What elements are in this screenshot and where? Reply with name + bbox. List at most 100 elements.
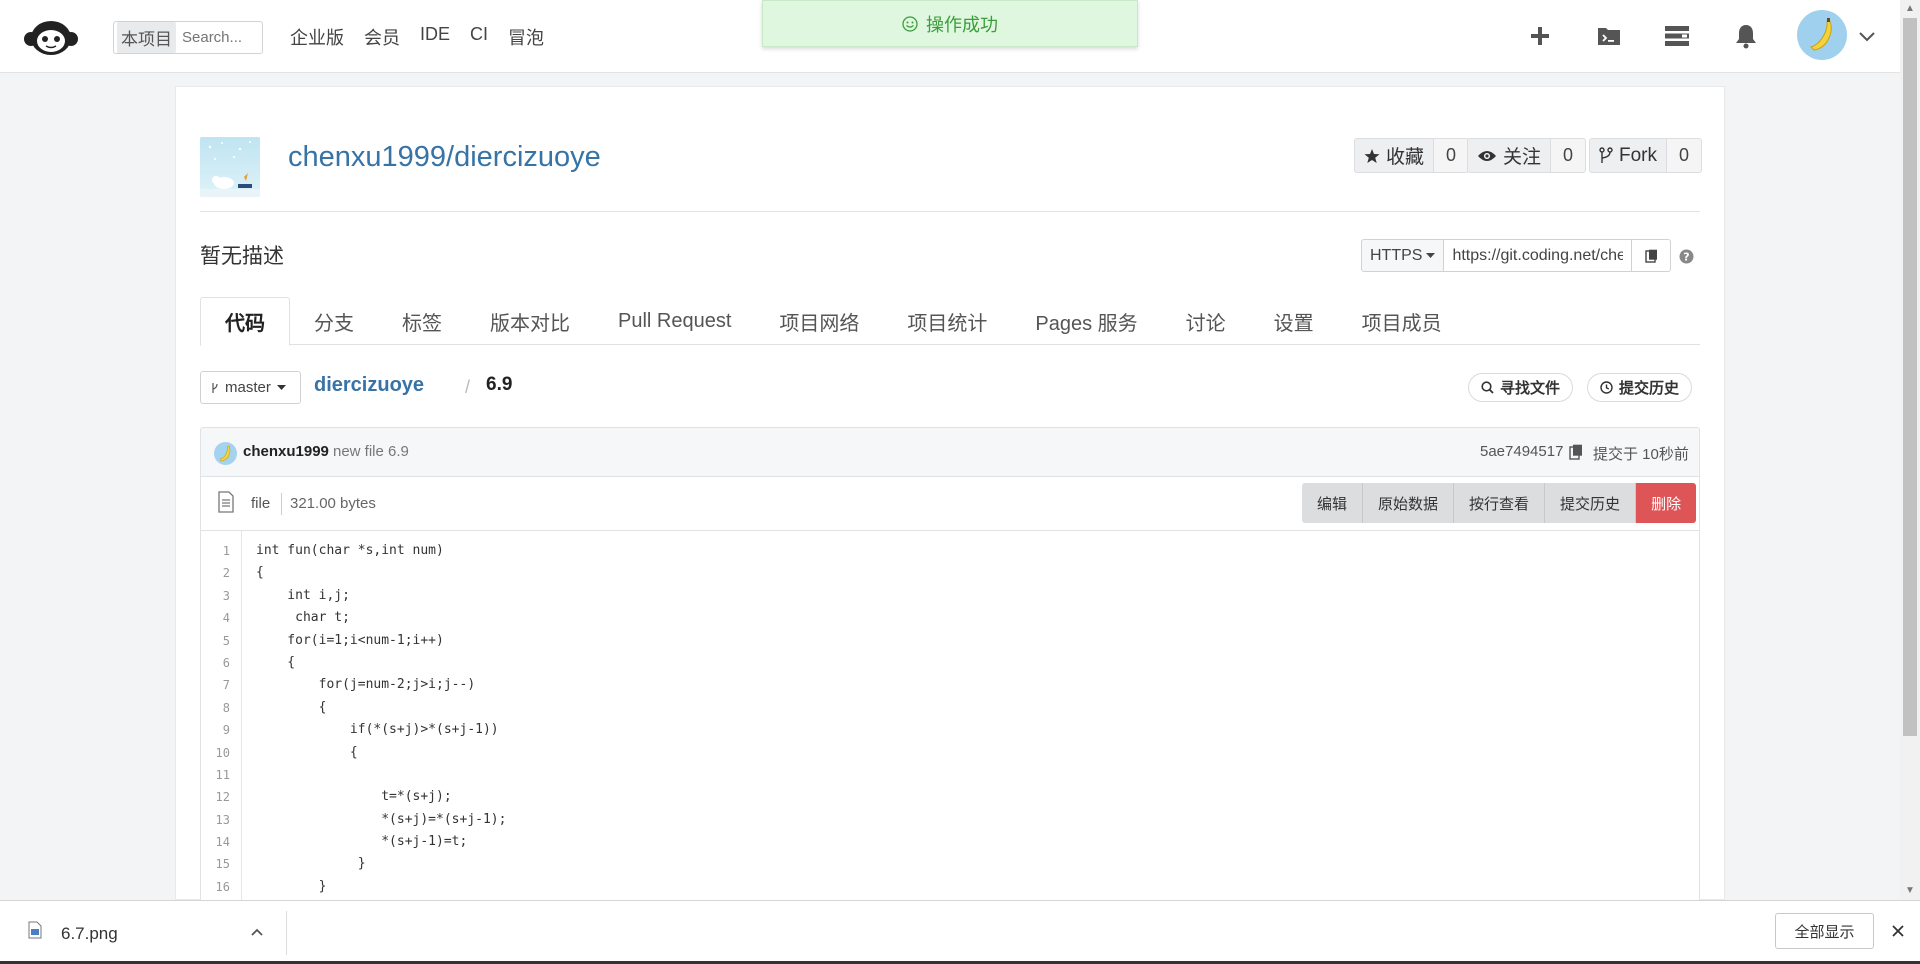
nav-link-bubble[interactable]: 冒泡 [508,24,544,50]
line-number[interactable]: 3 [201,585,241,607]
nav-link-membership[interactable]: 会员 [364,24,400,50]
star-count[interactable]: 0 [1434,138,1470,173]
tab-tags[interactable]: 标签 [378,297,466,345]
code-line: { [256,744,358,760]
project-title-link[interactable]: chenxu1999/diercizuoye [288,141,601,174]
find-file-button[interactable]: 寻找文件 [1468,373,1574,402]
nav-link-ide[interactable]: IDE [420,24,450,50]
plus-icon[interactable] [1526,22,1554,50]
clone-protocol-select[interactable]: HTTPS [1361,239,1445,272]
search-scope-button[interactable]: 本项目 [117,22,176,53]
tab-branches[interactable]: 分支 [290,297,378,345]
nav-link-ci[interactable]: CI [470,24,488,50]
toast-message: 操作成功 [926,14,998,35]
scrollbar-thumb[interactable] [1903,18,1917,736]
tab-pull-request[interactable]: Pull Request [594,297,755,345]
line-number[interactable]: 2 [201,562,241,584]
code-line: t=*(s+j); [256,789,452,805]
search-box: 本项目 [113,21,263,54]
help-circle-icon[interactable]: ? [1679,249,1694,264]
code-line: { [256,565,264,581]
code-line: { [256,654,296,670]
line-number[interactable]: 8 [201,697,241,719]
scroll-up-arrow-icon[interactable]: ▲ [1900,0,1920,18]
line-number[interactable]: 6 [201,652,241,674]
line-number[interactable]: 7 [201,674,241,696]
tab-members[interactable]: 项目成员 [1338,297,1466,345]
notification-bell-icon[interactable] [1732,22,1760,50]
line-number[interactable]: 10 [201,742,241,764]
watch-button[interactable]: 关注 [1467,138,1552,173]
download-shelf: 6.7.png 全部显示 [0,900,1920,964]
commit-author-avatar[interactable] [214,442,237,465]
tab-settings[interactable]: 设置 [1250,297,1338,345]
code-viewer: 1 2 3 4 5 6 7 8 9 10 11 12 13 14 15 16 int fun(char *s,… [200,531,1700,901]
scroll-down-arrow-icon[interactable]: ▼ [1900,882,1920,900]
fork-count[interactable]: 0 [1667,138,1703,173]
line-number[interactable]: 14 [201,831,241,853]
line-number[interactable]: 4 [201,607,241,629]
server-list-icon[interactable] [1663,22,1691,50]
star-button[interactable]: 收藏 [1354,138,1435,173]
project-tabs: 代码 分支 标签 版本对比 Pull Request 项目网络 项目统计 Pag… [200,297,1700,346]
line-number[interactable]: 16 [201,876,241,898]
tab-statistics[interactable]: 项目统计 [883,297,1011,345]
line-number[interactable]: 13 [201,809,241,831]
find-file-label: 寻找文件 [1500,380,1561,397]
tab-code[interactable]: 代码 [200,297,290,346]
copy-clone-url-button[interactable] [1632,239,1672,272]
code-content: int fun(char *s,int num) { int i,j; char … [256,540,506,898]
copy-hash-icon[interactable] [1569,444,1583,460]
caret-down-icon [1426,252,1436,258]
folder-terminal-icon[interactable] [1595,22,1623,50]
commit-time: 提交于 10秒前 [1593,446,1689,463]
page-scrollbar[interactable]: ▲ ▼ [1900,0,1920,900]
branch-select-button[interactable]: master [200,371,301,404]
line-number[interactable]: 1 [201,540,241,562]
branch-name: master [225,379,271,396]
file-history-button[interactable]: 提交历史 [1545,483,1637,523]
line-number[interactable]: 5 [201,630,241,652]
breadcrumb-repo-link[interactable]: diercizuoye [314,374,424,397]
clone-url-input[interactable] [1444,239,1633,272]
tab-compare[interactable]: 版本对比 [466,297,594,345]
line-number[interactable]: 11 [201,764,241,786]
top-navbar: 本项目 企业版 会员 IDE CI 冒泡 操作成功 [0,0,1900,73]
code-line: int fun(char *s,int num) [256,543,444,558]
project-avatar[interactable] [200,137,260,197]
edit-button[interactable]: 编辑 [1302,483,1364,523]
user-avatar[interactable] [1797,10,1847,60]
tab-discussion[interactable]: 讨论 [1162,297,1250,345]
search-input[interactable] [180,28,260,47]
line-number[interactable]: 12 [201,786,241,808]
code-line: } [256,878,327,894]
tab-network[interactable]: 项目网络 [755,297,883,345]
smile-icon [902,15,918,32]
search-icon [1481,381,1494,394]
chevron-down-icon[interactable] [1858,27,1876,45]
download-filename[interactable]: 6.7.png [61,924,118,944]
watch-stat: 关注 0 [1467,138,1587,173]
tab-pages[interactable]: Pages 服务 [1011,297,1161,345]
commit-hash-link[interactable]: 5ae7494517 [1480,443,1563,460]
raw-button[interactable]: 原始数据 [1363,483,1455,523]
line-number[interactable]: 15 [201,853,241,875]
commit-history-button[interactable]: 提交历史 [1587,373,1693,402]
watch-count[interactable]: 0 [1551,138,1587,173]
commit-history-label: 提交历史 [1619,380,1680,397]
blame-button[interactable]: 按行查看 [1454,483,1546,523]
chevron-up-icon[interactable] [250,925,264,939]
nav-link-enterprise[interactable]: 企业版 [290,24,344,50]
delete-button[interactable]: 删除 [1636,483,1697,523]
code-line: char t; [256,610,350,626]
coding-monkey-logo-icon[interactable] [22,14,80,58]
close-icon[interactable] [1890,923,1906,939]
code-line: for(j=num-2;j>i;j--) [256,677,476,693]
clipboard-icon [1645,249,1657,263]
commit-message-link[interactable]: new file 6.9 [333,443,409,460]
commit-author-link[interactable]: chenxu1999 [243,443,329,460]
line-number[interactable]: 9 [201,719,241,741]
show-all-downloads-button[interactable]: 全部显示 [1775,913,1874,949]
fork-button[interactable]: Fork [1589,138,1667,173]
